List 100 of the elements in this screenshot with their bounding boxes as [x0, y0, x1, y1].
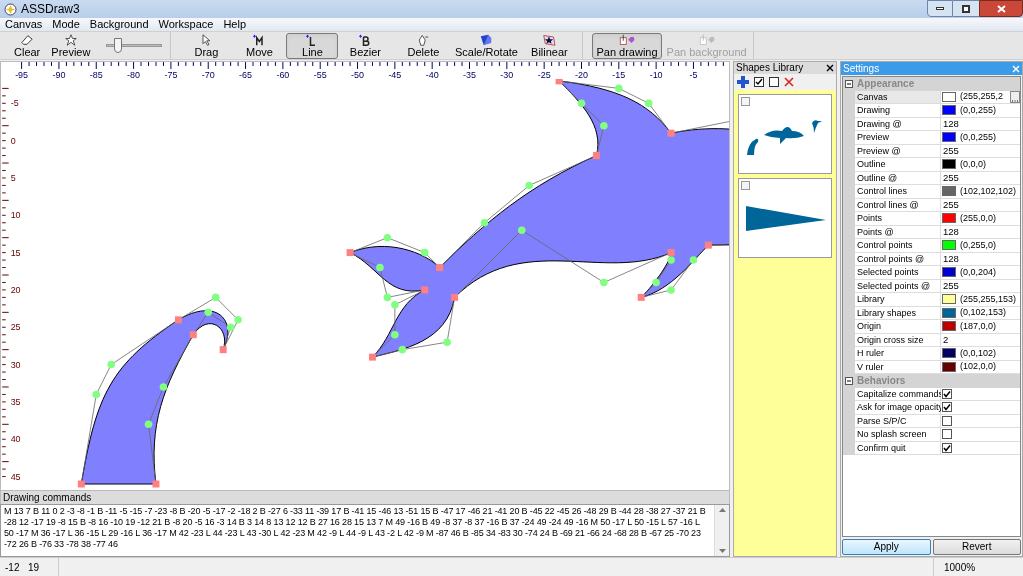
- color-swatch[interactable]: [942, 105, 956, 116]
- property-row[interactable]: Control points (0,255,0): [843, 239, 1020, 253]
- delete-icon[interactable]: [784, 77, 794, 87]
- commands-header: Drawing commands: [0, 491, 730, 504]
- property-checkbox[interactable]: [942, 402, 952, 413]
- property-value: 2: [942, 333, 949, 347]
- ruler-label: 40: [10, 434, 21, 445]
- property-value: (255,255,2: [960, 90, 1004, 104]
- property-value: 255: [942, 171, 959, 185]
- color-swatch[interactable]: [942, 348, 956, 359]
- menu-item[interactable]: Canvas: [0, 19, 48, 30]
- menu-item[interactable]: Workspace: [153, 19, 219, 30]
- property-checkbox[interactable]: [942, 415, 952, 426]
- ruler-label: 5: [10, 172, 16, 183]
- property-row[interactable]: Preview (0,0,255): [843, 131, 1020, 145]
- ruler-label: 0: [10, 135, 16, 146]
- collapse-icon: [845, 79, 853, 88]
- library-card[interactable]: [738, 178, 832, 258]
- color-swatch[interactable]: [942, 267, 956, 278]
- property-row[interactable]: Outline (0,0,0): [843, 158, 1020, 172]
- color-swatch[interactable]: [942, 321, 956, 332]
- property-row[interactable]: No splash screen: [843, 428, 1020, 442]
- ruler-label: -25: [537, 69, 551, 80]
- ruler-label: -35: [463, 69, 476, 80]
- color-swatch[interactable]: [942, 361, 956, 372]
- close-icon: [996, 4, 1006, 13]
- toolbar-button[interactable]: Bezier: [339, 32, 392, 59]
- color-swatch[interactable]: [942, 186, 956, 197]
- color-swatch[interactable]: [942, 132, 956, 143]
- property-value: (0,102,153): [960, 306, 1007, 320]
- property-value: (0,0,0): [960, 157, 986, 171]
- ruler-label: -15: [612, 69, 626, 80]
- ruler-label: -10: [649, 69, 663, 80]
- ruler-label: -60: [276, 69, 290, 80]
- close-icon[interactable]: [826, 64, 834, 72]
- color-swatch[interactable]: [942, 307, 956, 318]
- toolbar-button[interactable]: Scale/Rotate: [455, 32, 518, 59]
- ellipsis-icon[interactable]: [1010, 90, 1020, 103]
- card-checkbox[interactable]: [741, 97, 750, 106]
- property-row[interactable]: Drawing (0,0,255): [843, 104, 1020, 118]
- toolbar-button[interactable]: Pan drawing: [592, 32, 662, 59]
- toolbar-button[interactable]: Bilinear: [518, 32, 581, 59]
- window-title: ASSDraw3: [21, 1, 80, 18]
- property-checkbox[interactable]: [942, 429, 952, 440]
- property-row[interactable]: Library (255,255,153): [843, 293, 1020, 307]
- close-button[interactable]: [979, 0, 1023, 17]
- property-row[interactable]: Points (255,0,0): [843, 212, 1020, 226]
- ruler-label: -85: [89, 69, 103, 80]
- dialog-button[interactable]: Revert: [932, 539, 1021, 555]
- ruler-label: -20: [575, 69, 588, 80]
- color-swatch[interactable]: [942, 240, 956, 251]
- ruler-label: 15: [10, 247, 21, 258]
- menu-item[interactable]: Background: [84, 19, 154, 30]
- slider-thumb[interactable]: [114, 38, 123, 53]
- card-checkbox[interactable]: [741, 181, 750, 190]
- property-row[interactable]: Control lines (102,102,102): [843, 185, 1020, 199]
- ruler-label: -45: [388, 69, 402, 80]
- property-value: 255: [942, 279, 959, 293]
- toolbar-button[interactable]: Delete: [392, 32, 455, 59]
- library-card[interactable]: [738, 94, 832, 174]
- color-swatch[interactable]: [942, 159, 956, 170]
- toolbar-button[interactable]: Preview: [46, 32, 96, 59]
- property-row[interactable]: Selected points (0,0,204): [843, 266, 1020, 280]
- ruler-label: 45: [10, 471, 21, 482]
- scroll-bar[interactable]: [714, 505, 729, 556]
- property-row[interactable]: H ruler (0,0,102): [843, 347, 1020, 361]
- app-icon: [4, 2, 17, 16]
- add-icon[interactable]: [737, 76, 749, 88]
- toolbar-button[interactable]: Move: [233, 32, 286, 59]
- ruler-label: -55: [313, 69, 327, 80]
- menu-item[interactable]: Mode: [47, 19, 85, 30]
- eraser-icon: [19, 33, 36, 46]
- toolbar-button[interactable]: Line: [286, 32, 339, 59]
- property-value: 128: [942, 252, 959, 266]
- color-swatch[interactable]: [942, 294, 956, 305]
- color-swatch[interactable]: [942, 213, 956, 224]
- property-value: 128: [942, 117, 959, 131]
- property-value: 255: [942, 144, 959, 158]
- ruler-label: -30: [500, 69, 514, 80]
- ruler-label: -95: [15, 69, 29, 80]
- property-checkbox[interactable]: [942, 442, 952, 453]
- ruler-label: -65: [239, 69, 252, 80]
- property-value: 255: [942, 198, 959, 212]
- property-value: (0,0,255): [960, 130, 997, 144]
- menu-item[interactable]: Help: [218, 19, 251, 30]
- toolbar-button[interactable]: Clear: [9, 32, 46, 59]
- dialog-button[interactable]: Apply: [842, 539, 931, 555]
- cursor-icon: [200, 33, 213, 46]
- restore-button[interactable]: [953, 0, 979, 17]
- drawing-canvas[interactable]: -95 -90 -85 -80 -75 -70 -65 -60 -55 -50 -45 -40 -35 -30 -25 -20 -15 -10 -5 -5 0 5 10 15 20 25 30 35 40 45: [0, 61, 730, 491]
- toolbar-button[interactable]: Drag: [180, 32, 233, 59]
- ruler-label: -5: [10, 98, 19, 109]
- minimize-button[interactable]: [927, 0, 953, 17]
- property-value: (187,0,0): [960, 319, 997, 333]
- scroll-up-icon: [718, 508, 726, 512]
- empty-box-icon[interactable]: [769, 77, 779, 87]
- property-checkbox[interactable]: [942, 388, 952, 399]
- color-swatch[interactable]: [942, 91, 956, 102]
- property-row[interactable]: Origin (187,0,0): [843, 320, 1020, 334]
- checked-box-icon[interactable]: [754, 77, 764, 87]
